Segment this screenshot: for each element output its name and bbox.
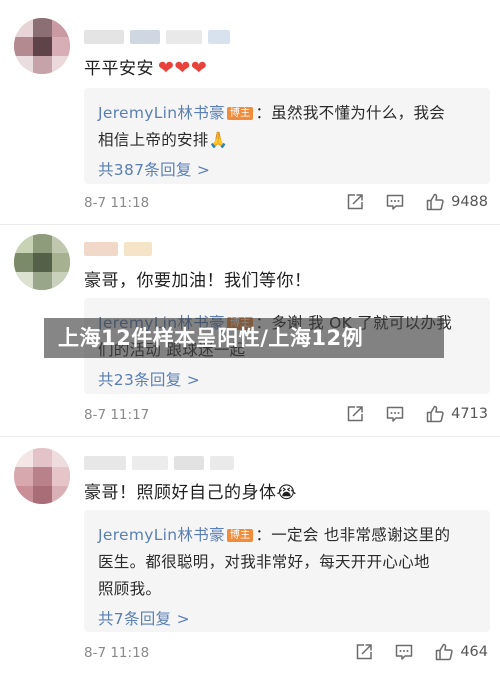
comment-meta: 8-7 11:18 9488 <box>84 192 488 216</box>
reply-text-line3: 照顾我。 <box>98 580 162 598</box>
reply-box[interactable]: JeremyLin林书豪 博主 ：一定会 也非常感谢这里的 医生。都很聪明，对我非常… <box>84 510 490 632</box>
hearts-icon: ❤❤❤ <box>158 57 208 79</box>
actions: 9488 <box>345 192 488 212</box>
reply-author[interactable]: JeremyLin林书豪 <box>98 104 225 122</box>
like-icon <box>426 193 444 211</box>
reply-box[interactable]: JeremyLin林书豪 博主 ：虽然我不懂为什么，我会 相信上帝的安排🙏 共387… <box>84 88 490 184</box>
comment-icon[interactable] <box>385 404 405 424</box>
actions: 4713 <box>345 404 488 424</box>
author-badge: 博主 <box>226 529 254 542</box>
share-icon[interactable] <box>345 404 365 424</box>
comment-meta: 8-7 11:17 4713 <box>84 404 488 428</box>
comment-text: 豪哥！照顾好自己的身体😭 <box>84 483 297 503</box>
comment-icon[interactable] <box>385 192 405 212</box>
reply-text: JeremyLin林书豪 博主 ：虽然我不懂为什么，我会 <box>98 104 446 122</box>
like-icon <box>436 643 453 661</box>
actions: 464 <box>354 642 488 662</box>
reply-text: JeremyLin林书豪 博主 ：一定会 也非常感谢这里的 <box>98 526 451 544</box>
avatar[interactable] <box>14 18 70 74</box>
more-replies-link[interactable]: 共7条回复 > <box>98 607 476 629</box>
author-badge: 博主 <box>226 107 254 120</box>
username-blurred[interactable] <box>84 30 230 46</box>
like-button[interactable]: 464 <box>434 642 488 662</box>
comment-meta: 8-7 11:18 464 <box>84 642 488 666</box>
like-button[interactable]: 4713 <box>425 404 488 424</box>
avatar[interactable] <box>14 448 70 504</box>
like-count: 4713 <box>451 406 488 422</box>
more-replies-link[interactable]: 共387条回复 > <box>98 158 476 180</box>
like-icon <box>426 405 444 423</box>
headline-banner: 上海12件样本呈阳性/上海12例 <box>44 318 444 358</box>
comment-icon[interactable] <box>394 642 414 662</box>
comment-text: 豪哥，你要加油！我们等你！ <box>84 271 312 291</box>
like-count: 9488 <box>451 194 488 210</box>
reply-text-line2: 医生。都很聪明，对我非常好，每天开开心心地 <box>98 553 430 571</box>
username-blurred[interactable] <box>84 242 152 258</box>
like-count: 464 <box>460 644 488 660</box>
divider <box>0 436 500 437</box>
reply-author[interactable]: JeremyLin林书豪 <box>98 526 225 544</box>
avatar[interactable] <box>14 234 70 290</box>
more-replies-link[interactable]: 共23条回复 > <box>98 368 476 390</box>
timestamp: 8-7 11:17 <box>84 407 150 423</box>
comment-text: 平平安安 ❤❤❤ <box>84 57 208 79</box>
like-button[interactable]: 9488 <box>425 192 488 212</box>
share-icon[interactable] <box>345 192 365 212</box>
timestamp: 8-7 11:18 <box>84 645 150 661</box>
divider <box>0 224 500 225</box>
reply-text-line2: 相信上帝的安排🙏 <box>98 131 229 149</box>
share-icon[interactable] <box>354 642 374 662</box>
username-blurred[interactable] <box>84 456 234 472</box>
timestamp: 8-7 11:18 <box>84 195 150 211</box>
